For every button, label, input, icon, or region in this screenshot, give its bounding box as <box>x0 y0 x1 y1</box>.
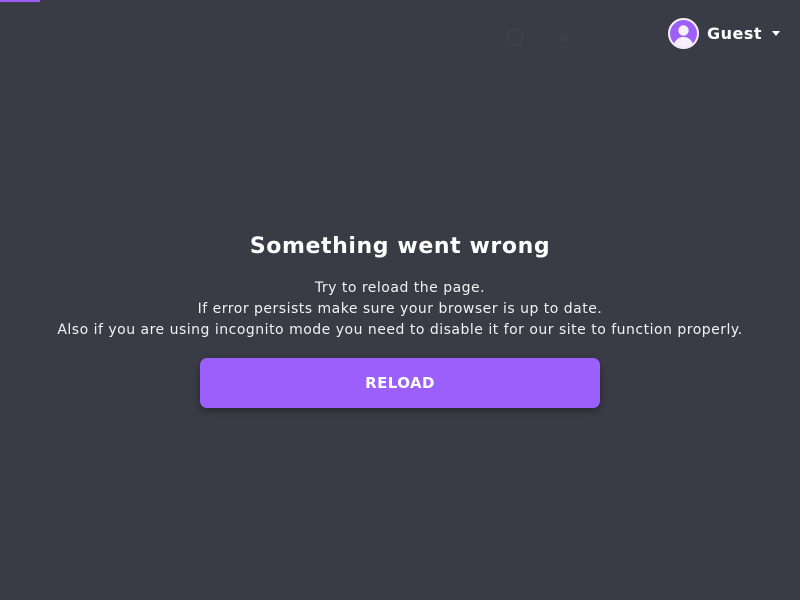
error-line: Try to reload the page. <box>314 280 486 296</box>
error-description: Try to reload the page. If error persist… <box>0 278 800 341</box>
user-menu[interactable]: Guest <box>667 17 780 49</box>
error-message-block: Something went wrong Try to reload the p… <box>0 230 800 341</box>
faint-circle-icon <box>506 28 524 46</box>
user-name: Guest <box>706 23 762 43</box>
error-page: Guest Something went wrong Try to reload… <box>0 0 800 600</box>
reload-button[interactable]: RELOAD <box>200 358 600 408</box>
error-line: Also if you are using incognito mode you… <box>57 322 743 338</box>
user-avatar-icon <box>667 17 699 49</box>
error-title: Something went wrong <box>249 234 551 259</box>
error-line: If error persists make sure your browser… <box>197 301 603 317</box>
caret-down-icon <box>772 30 780 36</box>
top-header: Guest <box>0 0 800 64</box>
faint-mark-icon <box>560 33 568 41</box>
